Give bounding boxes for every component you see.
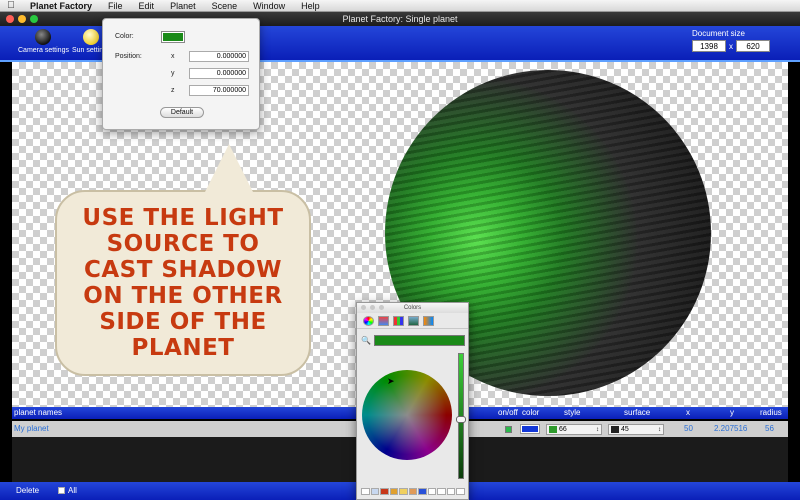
swatch-1[interactable] [361,488,370,495]
menu-window[interactable]: Window [245,0,293,12]
zoom-window-button[interactable] [30,15,38,23]
surface-stepper-icon: ↕ [658,426,661,433]
camera-icon [35,29,52,45]
swatch-9[interactable] [437,488,446,495]
header-radius: radius [760,408,782,417]
tip-speech-bubble: USE THE LIGHT SOURCE TO CAST SHADOW ON T… [55,144,311,376]
sun-color-well[interactable] [161,31,185,43]
default-button[interactable]: Default [160,107,204,118]
document-width-input[interactable] [692,40,726,52]
color-palettes-icon[interactable] [393,316,404,326]
swatch-7[interactable] [418,488,427,495]
delete-button[interactable]: Delete [16,486,39,495]
surface-select[interactable]: 45 ↕ [608,424,664,435]
colors-mode-tabs [357,313,468,329]
menu-scene[interactable]: Scene [204,0,246,12]
swatch-2[interactable] [370,488,380,495]
header-color: color [522,408,540,417]
speech-bubble-tail [205,144,253,192]
minimize-window-button[interactable] [18,15,26,23]
document-size: Document size x [692,29,770,52]
sun-x-input[interactable] [189,51,249,62]
colors-panel-titlebar: Colors [357,303,468,313]
swatch-3[interactable] [380,488,389,495]
all-label: All [68,486,77,495]
menu-app-name[interactable]: Planet Factory [22,0,100,12]
header-y: y [730,408,734,417]
header-x: x [686,408,690,417]
color-wheel[interactable] [362,370,452,460]
sun-x-label: x [171,53,175,60]
magnifier-icon[interactable]: 🔍 [361,336,371,345]
all-checkbox[interactable]: All [58,486,77,495]
header-style: style [564,408,581,417]
sun-z-label: z [171,87,175,94]
header-onoff: on/off [498,408,518,417]
sun-z-input[interactable] [189,85,249,96]
planet-name-cell[interactable]: My planet [14,424,49,433]
style-stepper-icon: ↕ [596,426,599,433]
camera-settings-label: Camera settings [18,47,69,54]
menu-edit[interactable]: Edit [131,0,163,12]
tip-text: USE THE LIGHT SOURCE TO CAST SHADOW ON T… [82,205,284,361]
all-checkbox-box[interactable] [58,487,65,494]
swatch-11[interactable] [456,488,466,495]
current-color-swatch[interactable] [373,334,465,346]
planet-color-swatch [522,426,538,432]
planet-x-cell[interactable]: 50 [684,424,693,433]
brightness-slider-knob[interactable] [456,416,466,423]
surface-value: 45 [621,426,629,433]
swatch-10[interactable] [446,488,456,495]
planet-radius-cell[interactable]: 56 [765,424,774,433]
sun-y-input[interactable] [189,68,249,79]
crayons-icon[interactable] [423,316,434,326]
sun-position-label: Position: [115,53,142,60]
color-sliders-icon[interactable] [378,316,389,326]
close-window-button[interactable] [6,15,14,23]
style-swatch-icon [549,426,557,433]
menu-file[interactable]: File [100,0,131,12]
colors-minimize-button[interactable] [370,305,375,310]
menu-bar:  Planet Factory File Edit Planet Scene … [0,0,800,12]
mouse-cursor-icon: ➤ [387,376,395,386]
camera-settings-button[interactable]: Camera settings [18,29,69,54]
header-planet-names: planet names [14,408,63,417]
style-value: 66 [559,426,567,433]
apple-icon[interactable]:  [0,0,22,11]
image-palettes-icon[interactable] [408,316,419,326]
color-swatches [361,488,466,496]
document-height-input[interactable] [736,40,770,52]
document-size-separator: x [729,41,733,51]
menu-planet[interactable]: Planet [162,0,204,12]
current-color-row: 🔍 [361,334,465,346]
swatch-4[interactable] [389,488,399,495]
sun-color-swatch [163,33,183,41]
planet-y-cell[interactable]: 2.207516 [714,424,747,433]
document-size-label: Document size [692,29,745,38]
colors-panel-title: Colors [403,305,422,311]
sun-y-label: y [171,70,175,77]
window-title: Planet Factory: Single planet [342,14,458,24]
swatch-5[interactable] [399,488,408,495]
sun-color-label: Color: [115,33,134,40]
colors-close-button[interactable] [361,305,366,310]
color-wheel-icon[interactable] [363,316,374,326]
planet-color-well[interactable] [520,424,540,434]
swatch-8[interactable] [427,488,437,495]
sun-icon [83,29,100,45]
menu-help[interactable]: Help [293,0,328,12]
sun-settings-popover: Color: Position: x y z Default [102,18,260,130]
planet-onoff-checkbox[interactable] [505,426,512,433]
swatch-6[interactable] [408,488,418,495]
colors-panel: Colors 🔍 ➤ [356,302,469,500]
surface-swatch-icon [611,426,619,433]
colors-zoom-button[interactable] [379,305,384,310]
header-surface: surface [624,408,651,417]
style-select[interactable]: 66 ↕ [546,424,602,435]
